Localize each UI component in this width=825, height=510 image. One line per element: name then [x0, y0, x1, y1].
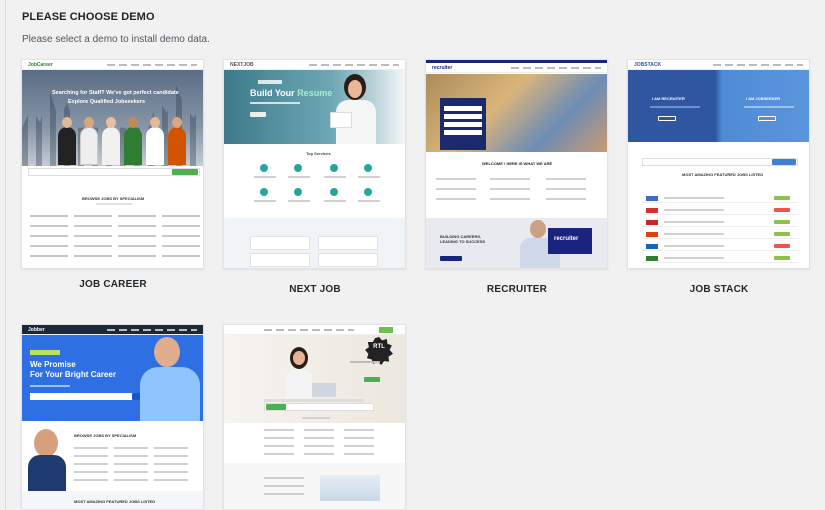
woman-illustration	[34, 429, 58, 457]
preview-footer-section: MOST AMAZING FEATURED JOBS LISTED	[74, 499, 156, 504]
preview-logo: recruiter	[432, 65, 453, 71]
demo-preview-job-stack: JOBSTACK I AM RECRUITER I AM JOBSEEKER M…	[628, 60, 809, 268]
preview-subheadline: Explore Qualified Jobseekers	[68, 99, 146, 105]
preview-headline: Searching for Staff? We've got perfect c…	[52, 90, 179, 96]
demo-label-job-stack[interactable]: JOB STACK	[627, 284, 811, 295]
man-illustration	[530, 220, 546, 238]
admin-left-border	[5, 0, 6, 510]
preview-section-title: BROWSE JOBS BY SPECIALISM	[82, 196, 145, 201]
preview-nav: JobCareer	[22, 60, 203, 70]
demo-card-recruiter[interactable]: recruiter WELCOME ! HERE IS WHAT WE ARE …	[425, 59, 608, 269]
demo-card-rtl[interactable]: RTL	[223, 324, 406, 510]
demo-preview-rtl: RTL	[224, 325, 405, 509]
demo-card-job-career[interactable]: JobCareer Searching for Staff? We've got…	[21, 59, 204, 269]
page-subtitle: Please select a demo to install demo dat…	[22, 34, 210, 45]
preview-band-text: BUILDING CAREERS, LEADING TO SUCCESS	[440, 234, 486, 244]
man-illustration	[154, 337, 180, 367]
demo-card-next-job[interactable]: NEXTJOB Build Your Resume Top Services	[223, 59, 406, 269]
demo-preview-recruiter: recruiter WELCOME ! HERE IS WHAT WE ARE …	[426, 60, 607, 268]
demo-card-job-stack[interactable]: JOBSTACK I AM RECRUITER I AM JOBSEEKER M…	[627, 59, 810, 269]
preview-section-title: WELCOME ! HERE IS WHAT WE ARE	[482, 161, 553, 166]
demo-preview-next-job: NEXTJOB Build Your Resume Top Services	[224, 60, 405, 268]
preview-logo: JOBSTACK	[634, 62, 662, 68]
people-illustration	[58, 127, 76, 165]
page-title: PLEASE CHOOSE DEMO	[22, 11, 155, 23]
preview-section-title: BROWSE JOBS BY SPECIALISM	[74, 433, 137, 438]
preview-subheadline: For Your Bright Career	[30, 370, 116, 379]
demo-label-next-job[interactable]: NEXT JOB	[223, 284, 407, 295]
preview-right-title: I AM JOBSEEKER	[746, 96, 781, 101]
preview-section-title: Top Services	[306, 151, 331, 156]
preview-headline: We Promise	[30, 360, 76, 369]
preview-section-title: MOST AMAZING FEATURED JOBS LISTED	[682, 172, 764, 177]
demo-preview-jobber: Jobber We Promise For Your Bright Career…	[22, 325, 203, 509]
demo-preview-job-career: JobCareer Searching for Staff? We've got…	[22, 60, 203, 268]
preview-logo: Jobber	[28, 327, 45, 333]
demo-card-jobber[interactable]: Jobber We Promise For Your Bright Career…	[21, 324, 204, 510]
preview-headline: Build Your Resume	[250, 88, 333, 98]
preview-band-logo: recruiter	[554, 236, 579, 242]
preview-logo: JobCareer	[28, 62, 53, 68]
demo-label-recruiter[interactable]: RECRUITER	[425, 284, 609, 295]
demo-label-job-career[interactable]: JOB CAREER	[21, 279, 205, 290]
rtl-badge-label: RTL	[373, 344, 385, 350]
preview-left-title: I AM RECRUITER	[652, 96, 685, 101]
preview-logo: NEXTJOB	[230, 62, 254, 68]
